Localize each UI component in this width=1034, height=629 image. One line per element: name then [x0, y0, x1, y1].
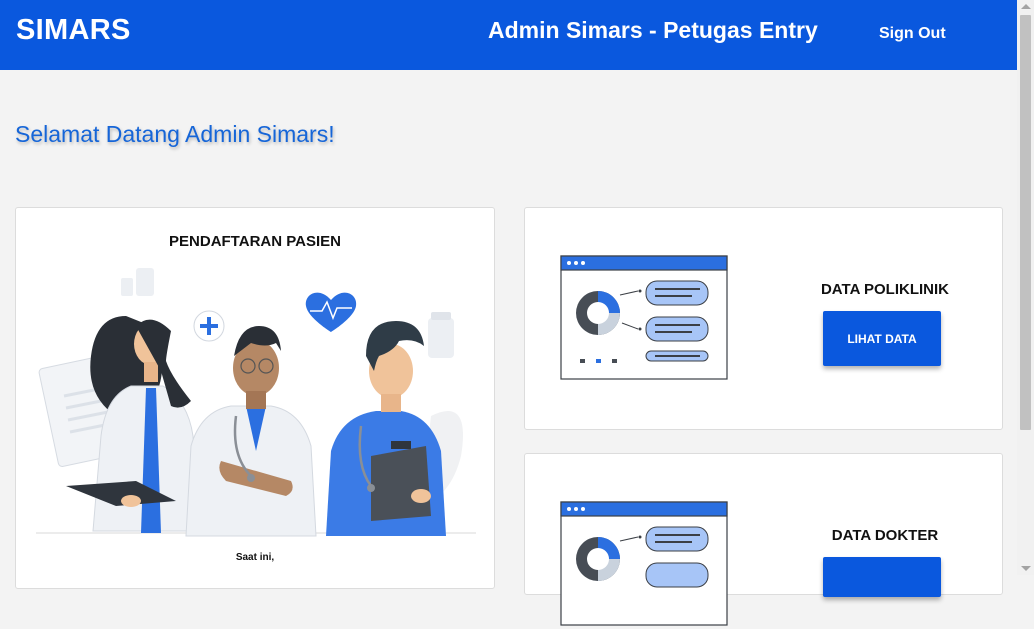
- app-title: Admin Simars - Petugas Entry: [488, 17, 818, 43]
- welcome-heading: Selamat Datang Admin Simars!: [15, 121, 335, 147]
- lihat-data-dokter-button[interactable]: [823, 557, 941, 597]
- top-navbar: SIMARS Admin Simars - Petugas Entry Sign…: [0, 0, 1017, 70]
- pendaftaran-pasien-title: PENDAFTARAN PASIEN: [169, 233, 341, 250]
- data-dokter-card: DATA DOKTER: [524, 453, 1003, 626]
- dashboard-chart-illustration: [560, 501, 728, 626]
- scroll-up-arrow-icon[interactable]: [1021, 4, 1031, 9]
- medical-staff-illustration: [36, 268, 476, 537]
- vertical-scrollbar[interactable]: [1017, 0, 1034, 575]
- scroll-down-arrow-icon[interactable]: [1021, 566, 1031, 571]
- sign-out-link[interactable]: Sign Out: [879, 25, 946, 43]
- lihat-data-poliklinik-button[interactable]: LIHAT DATA: [823, 311, 941, 366]
- data-poliklinik-title: DATA POLIKLINIK: [820, 281, 950, 298]
- pendaftaran-pasien-card[interactable]: PENDAFTARAN PASIEN Saat ini,: [15, 207, 495, 589]
- data-poliklinik-card: DATA POLIKLINIK LIHAT DATA: [524, 207, 1003, 430]
- dashboard-chart-illustration: [560, 255, 728, 380]
- brand-logo[interactable]: SIMARS: [16, 14, 131, 47]
- scrollbar-thumb[interactable]: [1020, 15, 1031, 430]
- pasien-summary-text: Saat ini,: [235, 552, 275, 563]
- data-dokter-title: DATA DOKTER: [831, 527, 939, 544]
